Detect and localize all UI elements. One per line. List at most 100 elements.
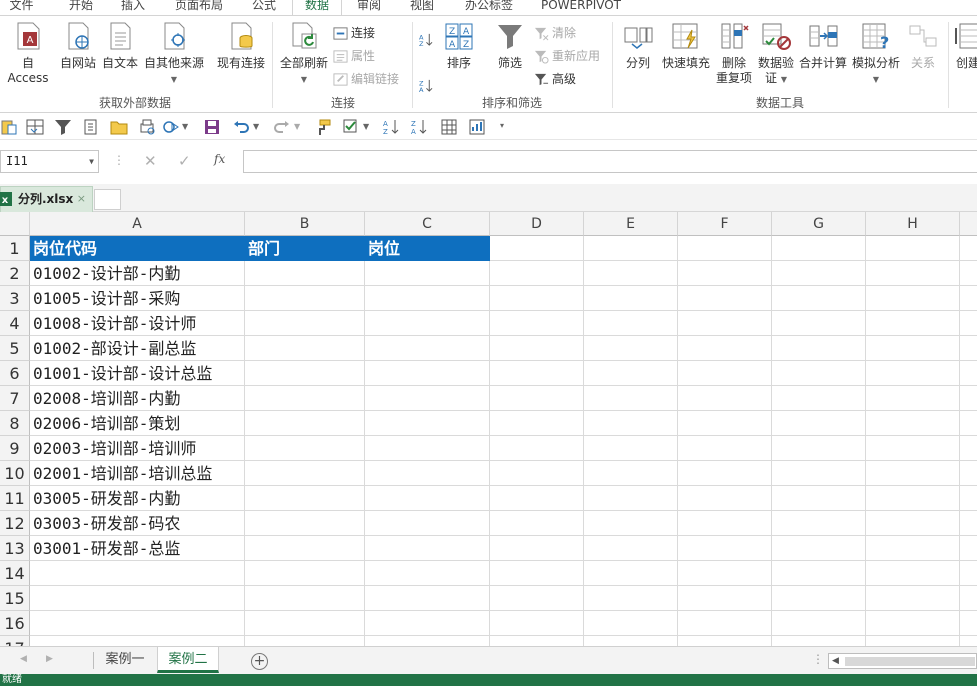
table-cell[interactable] <box>866 561 960 586</box>
refresh-all-button[interactable]: 全部刷新 ▼ <box>276 20 332 87</box>
table-cell[interactable] <box>772 311 866 336</box>
table-cell[interactable]: 02001-培训部-培训总监 <box>30 461 245 486</box>
redo-icon[interactable] <box>273 118 291 136</box>
from-other-sources-button[interactable]: 自其他来源 ▼ <box>141 20 207 87</box>
table-cell[interactable] <box>365 461 490 486</box>
table-cell[interactable] <box>678 586 772 611</box>
tab-powerpivot[interactable]: POWERPIVOT <box>535 0 627 15</box>
table-cell[interactable] <box>772 536 866 561</box>
table-cell[interactable] <box>678 236 772 261</box>
format-painter-icon[interactable] <box>314 118 332 136</box>
table-cell[interactable]: 03001-研发部-总监 <box>30 536 245 561</box>
table-cell[interactable] <box>245 436 365 461</box>
drag-handle-icon[interactable]: ⋮ <box>113 153 125 167</box>
table-cell[interactable] <box>245 386 365 411</box>
table-cell[interactable] <box>365 386 490 411</box>
row-header[interactable]: 13 <box>0 536 30 561</box>
table-cell[interactable] <box>490 411 584 436</box>
from-web-button[interactable]: 自网站 <box>58 20 98 71</box>
table-cell[interactable] <box>960 586 977 611</box>
scroll-left-icon[interactable]: ◀ <box>832 656 839 666</box>
edit-links-button[interactable]: 编辑链接 <box>333 70 399 88</box>
table-cell[interactable] <box>245 361 365 386</box>
table-cell[interactable] <box>678 436 772 461</box>
column-header[interactable]: G <box>772 212 866 236</box>
row-header[interactable]: 7 <box>0 386 30 411</box>
open-folder-icon[interactable] <box>110 118 128 136</box>
table-cell[interactable] <box>772 636 866 646</box>
table-cell[interactable] <box>960 511 977 536</box>
chevron-down-icon[interactable]: ▼ <box>363 122 369 131</box>
sort-descending-icon[interactable]: ZA <box>410 118 428 136</box>
sheet-tab-case1[interactable]: 案例一 <box>96 647 154 673</box>
what-if-analysis-button[interactable]: ? 模拟分析 ▼ <box>850 20 902 87</box>
table-cell[interactable] <box>772 586 866 611</box>
formula-input[interactable] <box>243 150 977 173</box>
chevron-down-icon[interactable]: ▼ <box>182 122 188 131</box>
table-cell[interactable] <box>866 311 960 336</box>
table-cell[interactable] <box>584 386 678 411</box>
table-cell[interactable] <box>584 511 678 536</box>
table-cell[interactable] <box>365 636 490 646</box>
add-sheet-icon[interactable]: + <box>251 653 268 670</box>
new-tab-button[interactable] <box>94 189 121 210</box>
table-cell[interactable] <box>866 286 960 311</box>
table-cell[interactable] <box>866 236 960 261</box>
table-cell[interactable] <box>678 361 772 386</box>
table-cell[interactable] <box>490 636 584 646</box>
table-cell[interactable]: 01002-部设计-副总监 <box>30 336 245 361</box>
table-cell[interactable] <box>490 511 584 536</box>
table-cell[interactable] <box>678 561 772 586</box>
header-cell[interactable]: 部门 <box>245 236 365 261</box>
table-cell[interactable] <box>30 586 245 611</box>
table-cell[interactable]: 01005-设计部-采购 <box>30 286 245 311</box>
column-header[interactable]: E <box>584 212 678 236</box>
column-header[interactable]: C <box>365 212 490 236</box>
create-group-button[interactable]: 创建 <box>952 20 977 71</box>
table-cell[interactable] <box>866 511 960 536</box>
table-cell[interactable] <box>30 611 245 636</box>
sort-button[interactable]: ZAAZ 排序 <box>440 20 478 71</box>
table-cell[interactable] <box>30 561 245 586</box>
sheet-tab-case2[interactable]: 案例二 <box>157 647 219 673</box>
remove-duplicates-button[interactable]: 删除 重复项 <box>714 20 754 86</box>
table-cell[interactable] <box>365 511 490 536</box>
table-cell[interactable] <box>490 611 584 636</box>
table-cell[interactable] <box>245 411 365 436</box>
row-header[interactable]: 10 <box>0 461 30 486</box>
table-cell[interactable] <box>960 386 977 411</box>
table-cell[interactable] <box>866 536 960 561</box>
from-access-button[interactable]: A 自 Access <box>0 20 56 86</box>
table-cell[interactable] <box>866 586 960 611</box>
table-cell[interactable] <box>772 461 866 486</box>
customize-qat-icon[interactable]: ▾ <box>500 121 504 130</box>
table-cell[interactable] <box>490 561 584 586</box>
table-cell[interactable] <box>490 286 584 311</box>
table-cell[interactable] <box>584 361 678 386</box>
table-cell[interactable] <box>365 286 490 311</box>
row-header[interactable]: 2 <box>0 261 30 286</box>
table-cell[interactable] <box>490 461 584 486</box>
table-cell[interactable] <box>365 311 490 336</box>
table-cell[interactable] <box>960 311 977 336</box>
connections-button[interactable]: 连接 <box>333 24 375 42</box>
table-cell[interactable] <box>772 261 866 286</box>
table-cell[interactable] <box>678 261 772 286</box>
table-cell[interactable] <box>584 536 678 561</box>
table-cell[interactable]: 03003-研发部-码农 <box>30 511 245 536</box>
document-tab[interactable]: x 分列.xlsx × <box>0 186 93 212</box>
table-cell[interactable] <box>772 286 866 311</box>
insert-chart-icon[interactable] <box>468 118 486 136</box>
table-cell[interactable] <box>584 236 678 261</box>
select-all-corner[interactable] <box>0 212 30 236</box>
tab-view[interactable]: 视图 <box>400 0 444 15</box>
table-cell[interactable] <box>960 611 977 636</box>
scroll-divider-icon[interactable]: ⋮ <box>812 652 824 666</box>
table-cell[interactable] <box>245 636 365 646</box>
from-text-button[interactable]: 自文本 <box>100 20 140 71</box>
data-validation-button[interactable]: 数据验证 ▼ <box>756 20 796 87</box>
table-cell[interactable] <box>365 336 490 361</box>
table-cell[interactable] <box>30 636 245 646</box>
clear-filter-button[interactable]: 清除 <box>534 24 576 42</box>
table-cell[interactable] <box>678 411 772 436</box>
